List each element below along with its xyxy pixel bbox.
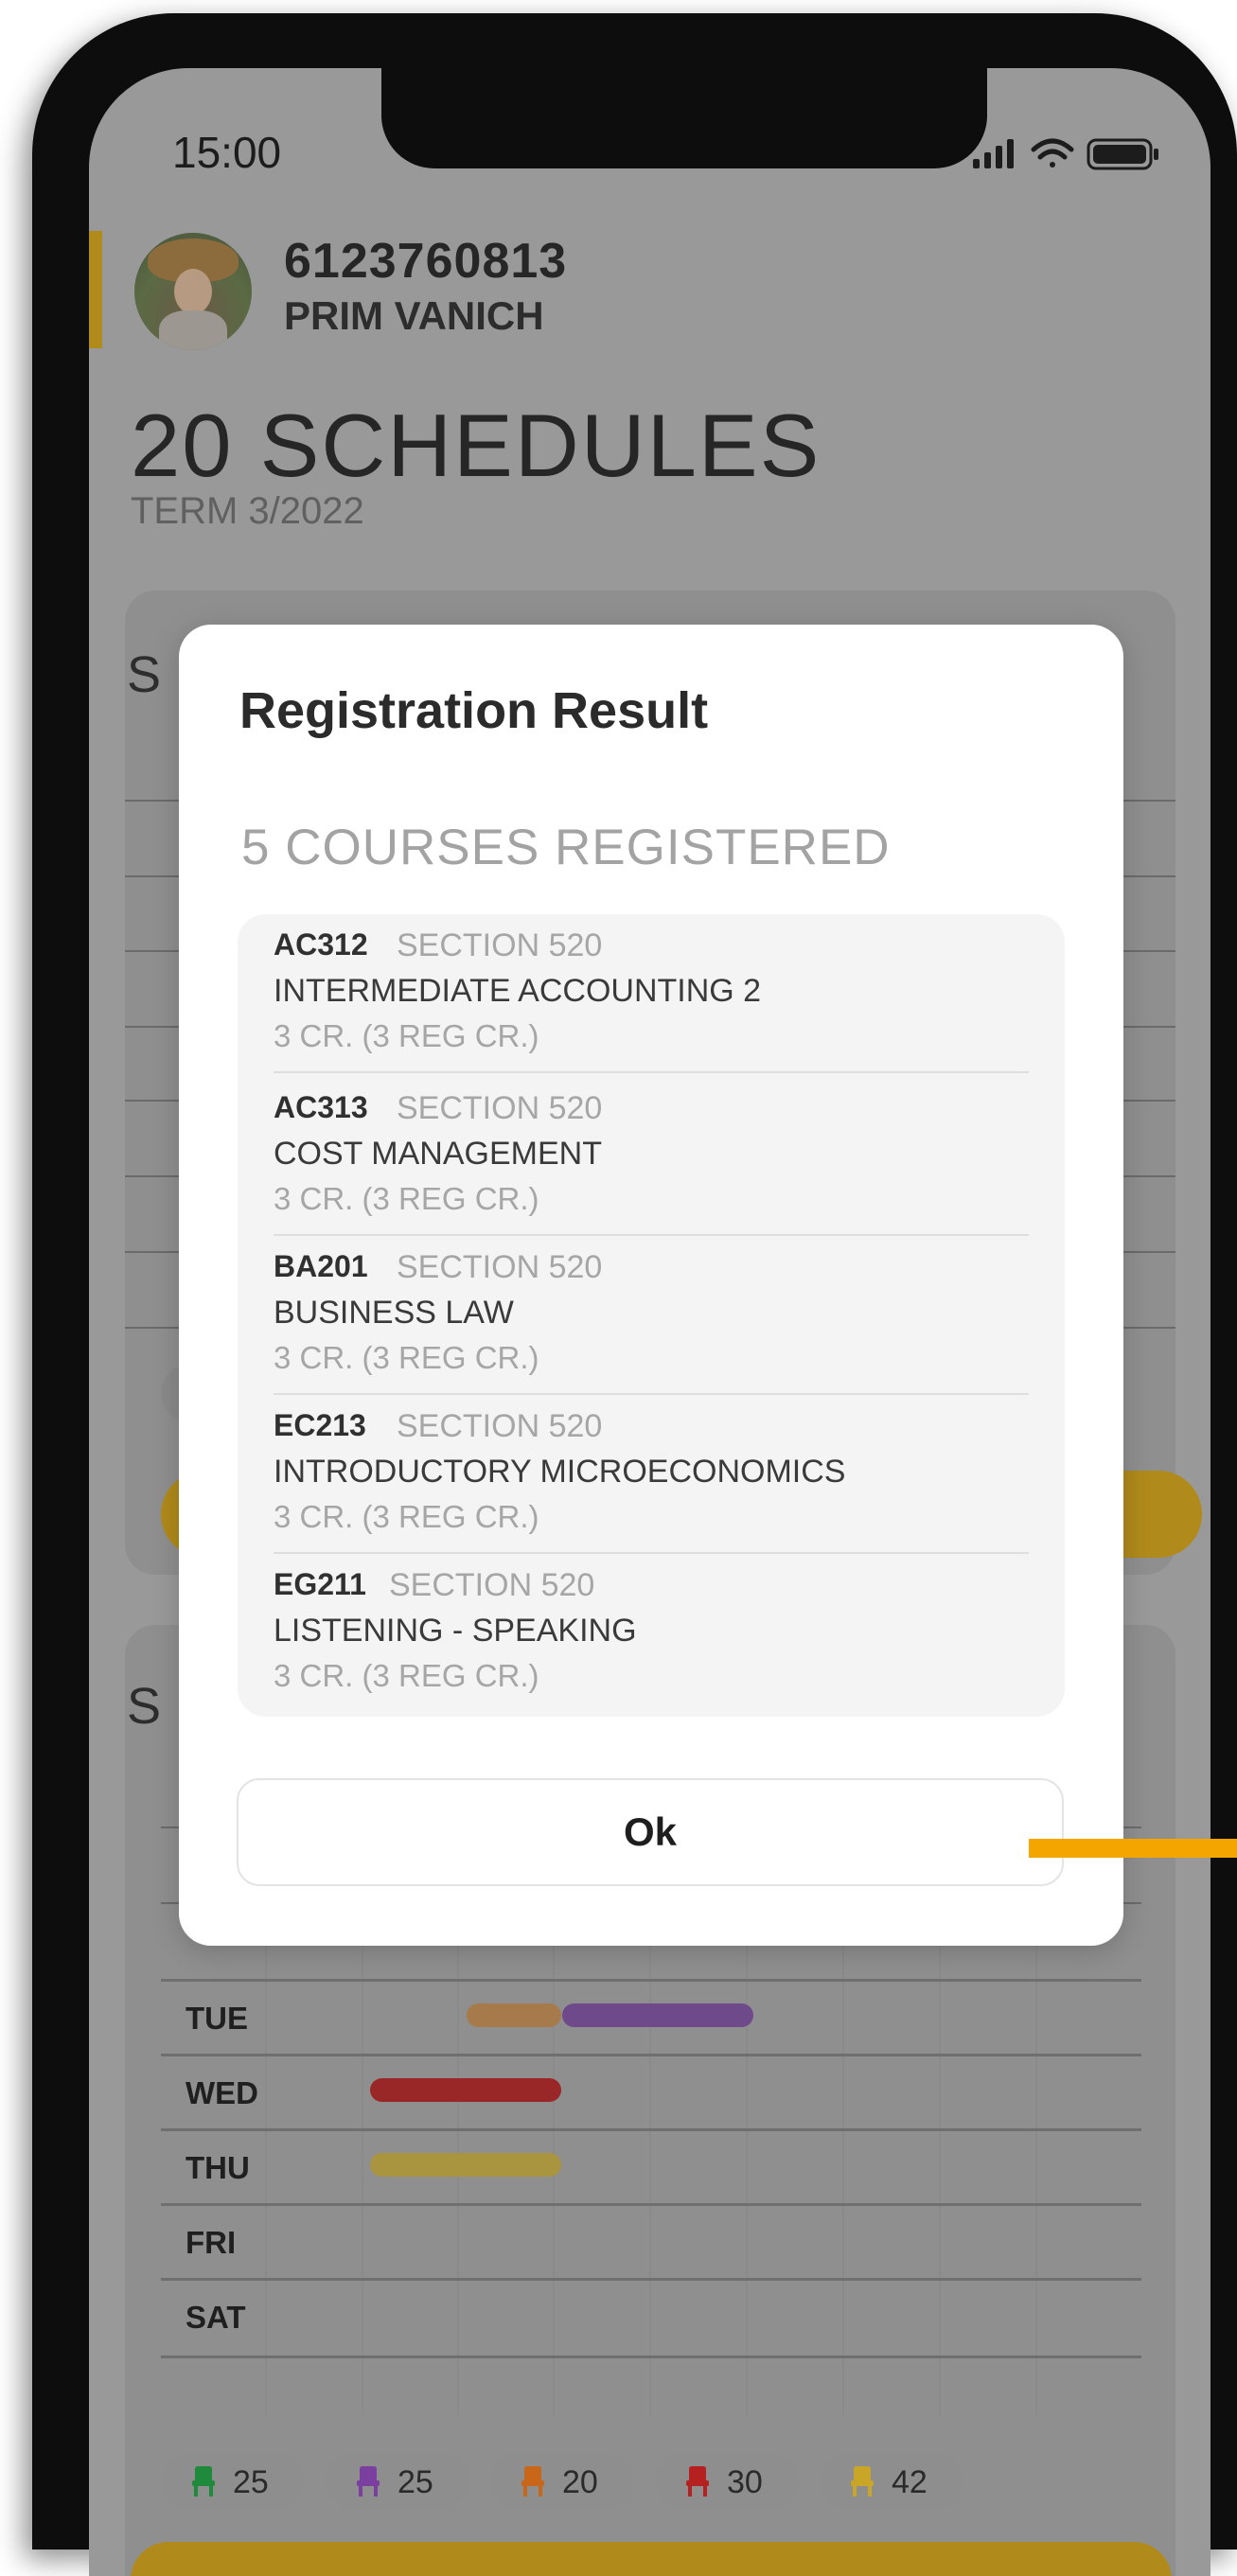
seat-icon (192, 2466, 215, 2497)
notch (381, 68, 987, 168)
course-code: EG211 (274, 1567, 366, 1601)
course-credit: 3 CR. (3 REG CR.) (274, 1340, 539, 1375)
schedule-block[interactable] (370, 2153, 561, 2177)
day-label: SAT (186, 2300, 246, 2335)
day-label: WED (186, 2075, 258, 2110)
course-name: LISTENING - SPEAKING (274, 1613, 637, 1649)
day-row-sat: SAT (161, 2278, 1141, 2358)
list-item: BA201 SECTION 520 BUSINESS LAW 3 CR. (3 … (274, 1236, 1029, 1395)
card-heading-fragment: S (127, 646, 162, 703)
bottom-action-button[interactable] (131, 2542, 1172, 2576)
seat-icon (357, 2466, 380, 2497)
status-time: 15:00 (172, 128, 282, 177)
course-section: SECTION 520 (397, 1408, 603, 1444)
day-row-thu: THU (161, 2128, 1141, 2206)
seat-legend-chip: 25 (326, 2453, 469, 2510)
course-section: SECTION 520 (389, 1567, 595, 1603)
term-label: TERM 3/2022 (131, 490, 364, 532)
day-label: TUE (186, 2001, 248, 2036)
list-item: EC213 SECTION 520 INTRODUCTORY MICROECON… (274, 1395, 1029, 1554)
course-section: SECTION 520 (397, 1090, 603, 1126)
course-code: AC313 (274, 1090, 368, 1124)
seat-count: 30 (727, 2464, 763, 2500)
schedule-block[interactable] (370, 2078, 561, 2102)
course-code: AC312 (274, 927, 368, 962)
page-title: 20 SCHEDULES (131, 396, 822, 495)
dialog-subtitle: 5 COURSES REGISTERED (241, 820, 891, 875)
schedule-block[interactable] (467, 2003, 561, 2027)
seat-legend-chip: 42 (820, 2453, 963, 2510)
course-code: BA201 (274, 1249, 368, 1283)
seat-legend-chip: 30 (655, 2453, 799, 2510)
annotation-pointer (1029, 1839, 1237, 1858)
course-credit: 3 CR. (3 REG CR.) (274, 1499, 539, 1534)
course-credit: 3 CR. (3 REG CR.) (274, 1181, 539, 1216)
course-name: INTERMEDIATE ACCOUNTING 2 (274, 973, 762, 1009)
day-label: FRI (186, 2225, 237, 2260)
student-name: PRIM VANICH (284, 293, 544, 338)
course-name: COST MANAGEMENT (274, 1136, 602, 1172)
schedule-block[interactable] (562, 2003, 753, 2027)
status-icons (973, 138, 1158, 170)
course-name: INTRODUCTORY MICROECONOMICS (274, 1454, 846, 1490)
active-indicator (89, 231, 102, 348)
seat-count: 25 (398, 2464, 433, 2500)
dialog-title: Registration Result (239, 682, 709, 739)
seat-icon (521, 2466, 544, 2497)
signal-icon (973, 139, 1014, 168)
course-section: SECTION 520 (397, 1249, 603, 1285)
list-item: EG211 SECTION 520 LISTENING - SPEAKING 3… (274, 1554, 1029, 1713)
divider (274, 1071, 1029, 1073)
ok-button[interactable]: Ok (237, 1778, 1064, 1886)
seat-count: 25 (233, 2464, 269, 2500)
list-item: AC312 SECTION 520 INTERMEDIATE ACCOUNTIN… (274, 914, 1029, 1073)
seat-legend-chip: 25 (161, 2453, 305, 2510)
course-code: EC213 (274, 1408, 366, 1442)
card-heading-fragment: S (127, 1678, 162, 1735)
wifi-icon (1031, 138, 1074, 168)
seat-legend-chip: 20 (490, 2453, 634, 2510)
seat-count: 20 (562, 2464, 598, 2500)
avatar[interactable] (134, 233, 252, 350)
course-credit: 3 CR. (3 REG CR.) (274, 1018, 539, 1053)
list-item: AC313 SECTION 520 COST MANAGEMENT 3 CR. … (274, 1077, 1029, 1236)
registration-result-dialog: Registration Result 5 COURSES REGISTERED… (179, 625, 1123, 1946)
course-credit: 3 CR. (3 REG CR.) (274, 1658, 539, 1693)
seat-count: 42 (892, 2464, 928, 2500)
day-row-wed: WED (161, 2054, 1141, 2131)
battery-icon (1087, 138, 1158, 170)
seat-icon (686, 2466, 709, 2497)
course-section: SECTION 520 (397, 927, 603, 963)
course-name: BUSINESS LAW (274, 1295, 514, 1331)
registered-course-list: AC312 SECTION 520 INTERMEDIATE ACCOUNTIN… (238, 914, 1065, 1717)
day-label: THU (186, 2150, 250, 2185)
day-row-fri: FRI (161, 2203, 1141, 2281)
student-id: 6123760813 (284, 234, 568, 289)
seat-icon (851, 2466, 874, 2497)
